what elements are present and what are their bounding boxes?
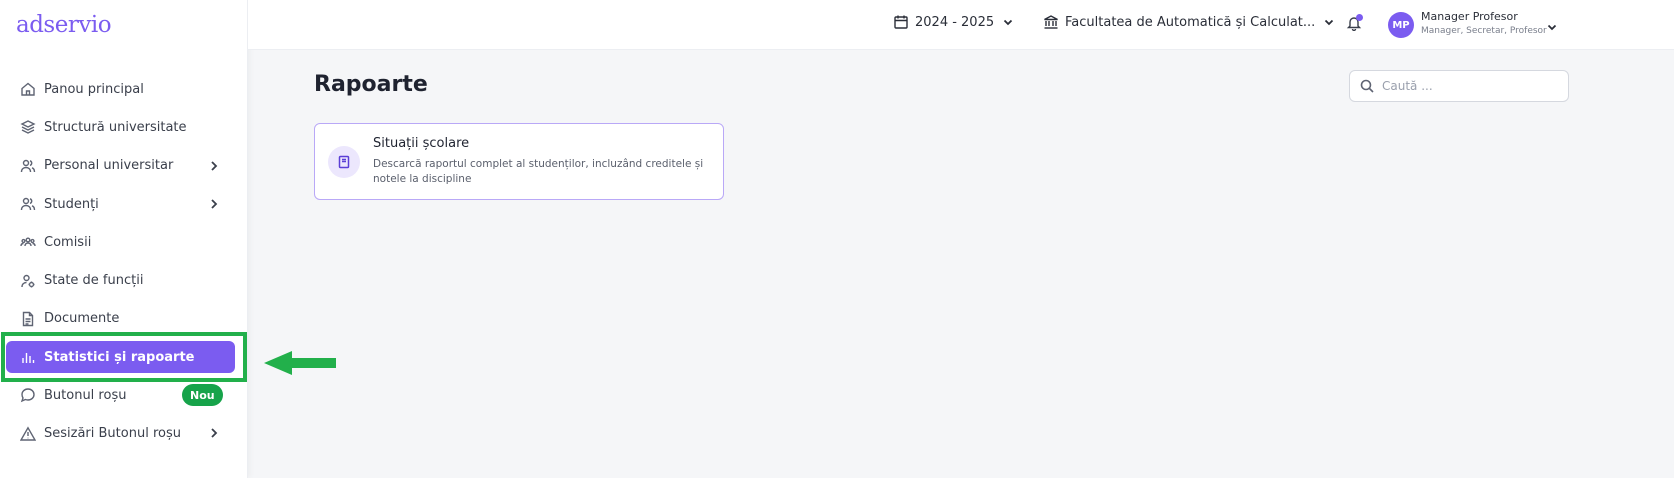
avatar[interactable]: MP (1388, 12, 1414, 38)
document-icon (20, 311, 36, 327)
sidebar: adservio Panou principal Structură unive… (0, 0, 248, 478)
sidebar-item-label: State de funcții (44, 273, 144, 289)
academic-year-selector[interactable]: 2024 - 2025 (893, 14, 1014, 30)
sidebar-item-personal-universitar[interactable]: Personal universitar (0, 147, 248, 185)
group-icon (20, 234, 36, 250)
sidebar-item-state-de-functii[interactable]: State de funcții (0, 261, 248, 299)
annotation-arrow-icon (264, 349, 338, 377)
chevron-right-icon (207, 159, 221, 173)
sidebar-item-label: Personal universitar (44, 158, 174, 174)
app-logo[interactable]: adservio (16, 12, 112, 38)
chevron-down-icon[interactable] (1546, 18, 1558, 31)
chevron-right-icon (207, 197, 221, 211)
chevron-right-icon (207, 426, 221, 440)
layers-icon (20, 119, 36, 135)
sidebar-item-sesizari-butonul-rosu[interactable]: Sesizări Butonul roșu (0, 414, 248, 452)
notification-dot (1356, 14, 1363, 21)
sidebar-item-studenti[interactable]: Studenți (0, 185, 248, 223)
user-settings-icon (20, 273, 36, 289)
search-box[interactable] (1349, 70, 1569, 102)
user-name[interactable]: Manager Profesor (1421, 10, 1518, 23)
faculty-selector[interactable]: Facultatea de Automatică și Calculat... (1043, 14, 1335, 30)
users-icon (20, 158, 36, 174)
search-icon (1360, 79, 1374, 93)
chevron-down-icon (1002, 16, 1014, 28)
user-roles: Manager, Secretar, Profesor (1421, 26, 1547, 36)
report-card-situatii-scolare[interactable]: Situații școlare Descarcă raportul compl… (314, 123, 724, 200)
report-card-title: Situații școlare (373, 136, 470, 151)
new-badge: Nou (182, 384, 223, 407)
sidebar-item-label: Structură universitate (44, 119, 187, 135)
academic-year-label: 2024 - 2025 (915, 14, 995, 30)
report-book-icon (328, 146, 360, 178)
calendar-icon (893, 14, 909, 30)
warning-icon (20, 425, 36, 442)
sidebar-item-label: Comisii (44, 234, 92, 250)
sidebar-item-label: Studenți (44, 196, 99, 212)
sidebar-item-structura-universitate[interactable]: Structură universitate (0, 108, 248, 146)
sidebar-item-label: Sesizări Butonul roșu (44, 426, 181, 442)
chat-bubble-icon (20, 387, 36, 403)
page-title: Rapoarte (314, 72, 428, 97)
annotation-highlight-box (1, 332, 247, 382)
sidebar-item-label: Panou principal (44, 81, 144, 97)
sidebar-nav: Panou principal Structură universitate P… (0, 70, 248, 453)
sidebar-item-panou-principal[interactable]: Panou principal (0, 70, 248, 108)
search-input[interactable] (1382, 79, 1552, 93)
users-icon (20, 196, 36, 212)
sidebar-item-label: Documente (44, 311, 120, 327)
chevron-down-icon (1323, 16, 1335, 28)
sidebar-item-comisii[interactable]: Comisii (0, 223, 248, 261)
home-icon (20, 81, 36, 97)
sidebar-item-label: Butonul roșu (44, 387, 127, 403)
report-card-description: Descarcă raportul complet al studenților… (373, 158, 704, 185)
institution-icon (1043, 14, 1059, 30)
faculty-label: Facultatea de Automatică și Calculat... (1065, 14, 1316, 30)
